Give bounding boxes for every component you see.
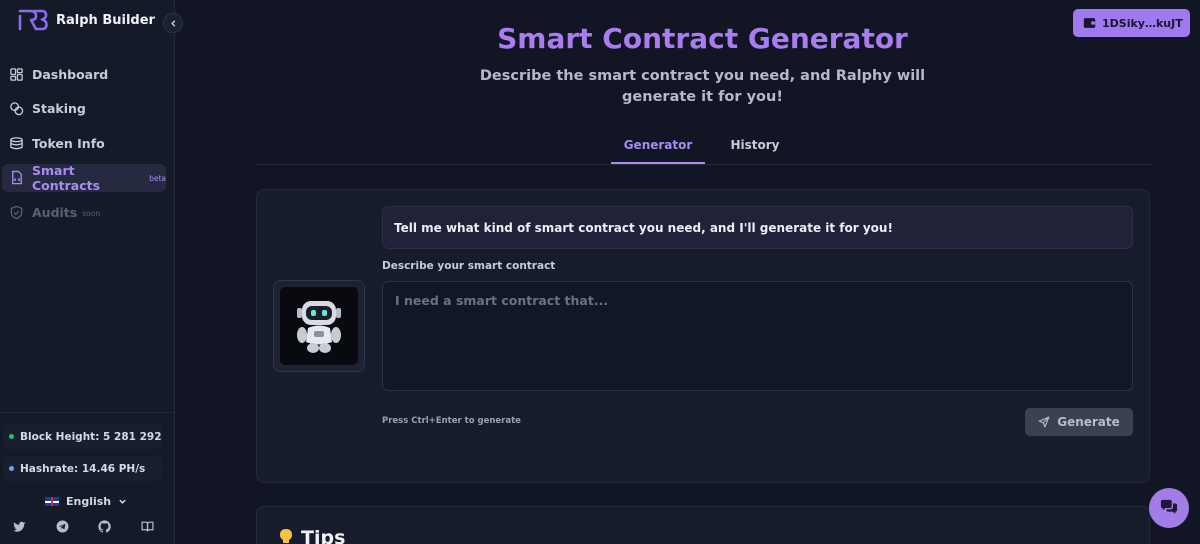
sidebar-item-label: Staking	[32, 101, 86, 116]
sidebar-item-label: Dashboard	[32, 66, 109, 82]
contract-description-input[interactable]	[382, 281, 1133, 391]
contract-description-label: Describe your smart contract	[382, 260, 556, 272]
shield-check-icon	[9, 205, 24, 220]
generate-button-label: Generate	[1057, 415, 1120, 429]
sidebar-item-dashboard[interactable]: Dashboard	[2, 60, 166, 88]
sidebar-item-label: Token Info	[32, 135, 105, 151]
soon-badge: soon	[82, 208, 101, 218]
chat-support-button[interactable]	[1149, 488, 1189, 528]
collapse-sidebar-button[interactable]	[163, 13, 183, 33]
tab-generator[interactable]: Generator	[611, 138, 705, 152]
file-code-icon	[9, 170, 24, 185]
chevron-down-icon	[118, 497, 127, 506]
dashboard-icon	[9, 67, 24, 82]
telegram-icon[interactable]	[56, 520, 70, 534]
token-stack-icon	[9, 136, 24, 151]
ralphy-avatar-frame	[273, 280, 365, 372]
sidebar-item-audits[interactable]: Audits soon	[2, 198, 166, 226]
sidebar-item-label: Smart Contracts	[32, 162, 101, 193]
sidebar-item-token-info[interactable]: Token Info	[2, 129, 166, 157]
robot-icon	[297, 301, 341, 353]
sidebar-divider	[0, 412, 175, 413]
status-dot-icon	[9, 434, 14, 439]
hashrate-stat: Hashrate: 14.46 PH/s	[3, 456, 162, 481]
assistant-prompt-message: Tell me what kind of smart contract you …	[382, 206, 1133, 249]
sidebar-nav: Dashboard Staking Token Info Smart Contr…	[0, 60, 175, 233]
block-height-label: Block Height: 5 281 292	[20, 430, 162, 443]
page-subtitle: Describe the smart contract you need, an…	[479, 68, 926, 105]
lightbulb-icon	[279, 528, 293, 544]
ralph-logo-icon	[18, 9, 48, 31]
tips-title: Tips	[301, 527, 346, 544]
status-dot-icon	[9, 466, 14, 471]
chevron-left-icon	[169, 19, 178, 28]
tab-history[interactable]: History	[715, 138, 795, 152]
generate-button[interactable]: Generate	[1025, 408, 1133, 436]
twitter-icon[interactable]	[13, 520, 27, 534]
uk-flag-icon	[45, 497, 59, 506]
social-links	[0, 520, 175, 534]
sidebar: Ralph Builder Dashboard Staking Token In…	[0, 0, 175, 544]
keyboard-hint: Press Ctrl+Enter to generate	[382, 416, 521, 426]
sidebar-item-staking[interactable]: Staking	[2, 95, 166, 123]
brand[interactable]: Ralph Builder	[18, 9, 155, 31]
page-title: Smart Contract Generator	[497, 22, 908, 55]
hashrate-label: Hashrate: 14.46 PH/s	[20, 462, 146, 475]
chat-bubbles-icon	[1159, 499, 1179, 517]
send-icon	[1038, 416, 1057, 428]
sidebar-item-smart-contracts[interactable]: Smart Contracts beta	[2, 162, 166, 193]
github-icon[interactable]	[98, 520, 112, 534]
language-selector[interactable]: English	[45, 495, 127, 508]
tips-heading: Tips	[279, 527, 345, 544]
sidebar-item-label: Audits	[32, 204, 78, 220]
tips-card	[256, 506, 1150, 544]
docs-book-icon[interactable]	[141, 520, 155, 534]
tabs-divider	[256, 164, 1151, 165]
coins-icon	[9, 101, 24, 116]
ralphy-robot-avatar	[280, 287, 358, 365]
language-label: English	[66, 495, 112, 508]
active-tab-indicator	[611, 162, 705, 164]
app-name: Ralph Builder	[56, 12, 155, 28]
beta-badge: beta	[149, 174, 166, 183]
block-height-stat: Block Height: 5 281 292	[3, 424, 162, 449]
